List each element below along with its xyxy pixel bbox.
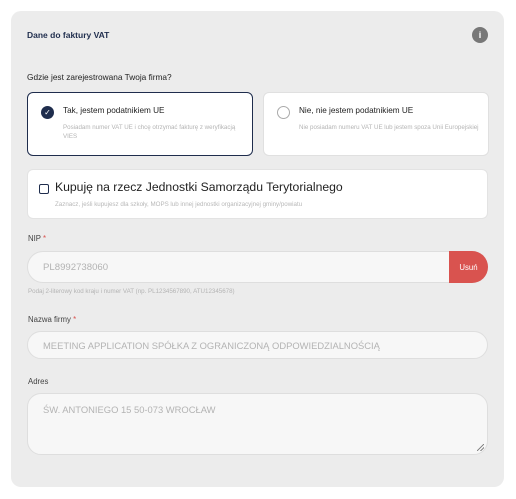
invoice-data-panel: Dane do faktury VAT i Gdzie jest zarejes… <box>11 11 504 487</box>
company-required-mark: * <box>73 315 77 324</box>
panel-title: Dane do faktury VAT <box>27 30 110 40</box>
jst-description: Zaznacz, jeśli kupujesz dla szkoły, MOPS… <box>55 201 303 208</box>
address-value: ŚW. ANTONIEGO 15 50-073 WROCŁAW <box>43 404 216 415</box>
nip-hint: Podaj 2-literowy kod kraju i numer VAT (… <box>28 288 235 295</box>
jst-label: Kupuję na rzecz Jednostki Samorządu Tery… <box>55 180 343 194</box>
radio-unchecked-icon[interactable] <box>277 106 290 119</box>
company-value: MEETING APPLICATION SPÓŁKA Z OGRANICZONĄ… <box>43 339 380 351</box>
jst-checkbox[interactable] <box>39 184 49 194</box>
resize-handle-icon[interactable] <box>477 444 484 451</box>
nip-required-mark: * <box>43 234 47 243</box>
nip-input[interactable]: PL8992738060 <box>27 251 488 283</box>
radio-checked-icon[interactable]: ✓ <box>41 106 54 119</box>
nip-value: PL8992738060 <box>43 261 109 273</box>
registration-question: Gdzie jest zarejestrowana Twoja firma? <box>27 72 172 82</box>
choice-eu-label: Tak, jestem podatnikiem UE <box>63 106 165 115</box>
address-label: Adres <box>28 377 49 386</box>
choice-non-eu-label: Nie, nie jestem podatnikiem UE <box>299 106 414 115</box>
jst-option[interactable]: Kupuję na rzecz Jednostki Samorządu Tery… <box>27 169 488 219</box>
company-name-input[interactable]: MEETING APPLICATION SPÓŁKA Z OGRANICZONĄ… <box>27 331 488 359</box>
address-textarea[interactable]: ŚW. ANTONIEGO 15 50-073 WROCŁAW <box>27 393 488 455</box>
info-icon[interactable]: i <box>472 27 488 43</box>
choice-non-eu-taxpayer[interactable]: Nie, nie jestem podatnikiem UE Nie posia… <box>263 92 489 156</box>
choice-eu-taxpayer[interactable]: ✓ Tak, jestem podatnikiem UE Posiadam nu… <box>27 92 253 156</box>
choice-eu-description: Posiadam numer VAT UE i chcę otrzymać fa… <box>63 124 236 140</box>
nip-label-text: NIP <box>28 234 41 243</box>
nip-label: NIP * <box>28 234 46 243</box>
company-label: Nazwa firmy * <box>28 315 76 324</box>
choice-non-eu-description: Nie posiadam numeru VAT UE lub jestem sp… <box>299 124 479 131</box>
remove-nip-button[interactable]: Usuń <box>449 251 488 283</box>
company-label-text: Nazwa firmy <box>28 315 71 324</box>
